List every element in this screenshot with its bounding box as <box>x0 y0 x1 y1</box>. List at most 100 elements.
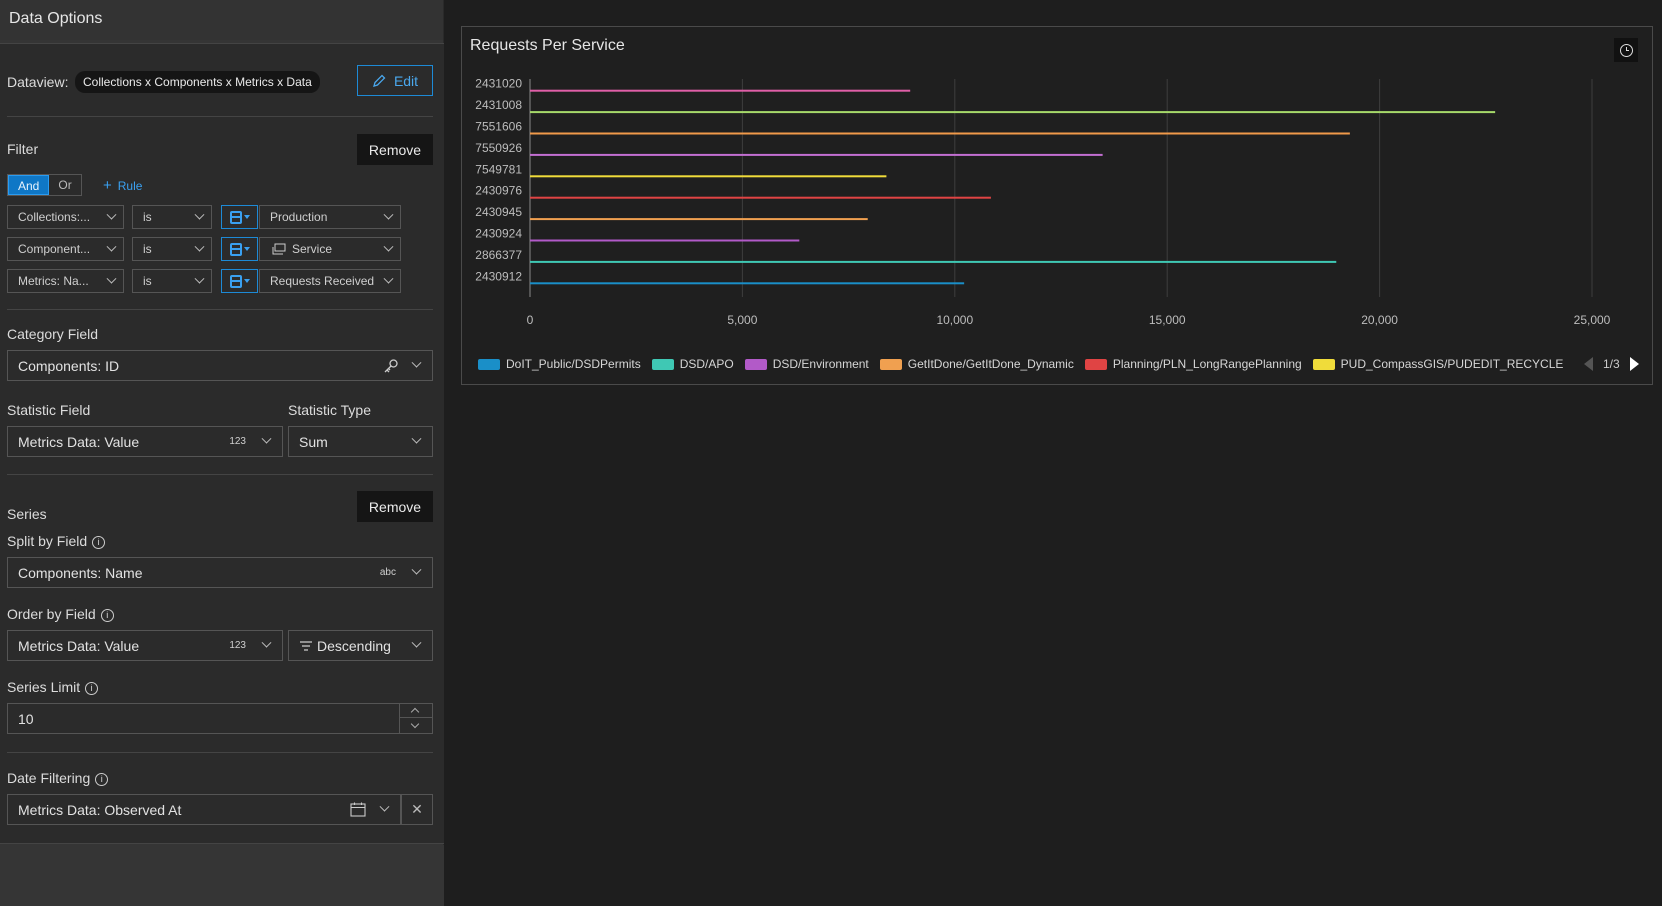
info-icon[interactable]: i <box>95 772 109 786</box>
legend-item[interactable]: DSD/Environment <box>744 357 869 371</box>
add-rule-button[interactable]: + Rule <box>103 177 142 194</box>
value-source-button[interactable] <box>221 269 258 293</box>
y-tick-label: 2430924 <box>475 227 522 241</box>
order-by-field-text: Order by Field <box>7 606 96 622</box>
bar[interactable] <box>530 153 1103 156</box>
legend-item[interactable]: Planning/PLN_LongRangePlanning <box>1084 357 1302 371</box>
rule-field-select[interactable]: Collections:... <box>7 205 124 229</box>
order-direction-select[interactable]: Descending <box>288 630 433 661</box>
dataview-value: Collections x Components x Metrics x Dat… <box>75 71 320 93</box>
legend-item[interactable]: PUD_CompassGIS/PUDEDIT_RECYCLE <box>1312 357 1563 371</box>
y-tick-label: 2430976 <box>475 184 522 198</box>
split-by-field-select[interactable]: Components: Name abc <box>7 557 433 588</box>
sort-descending-icon <box>300 641 312 651</box>
rule-field-select[interactable]: Metrics: Na... <box>7 269 124 293</box>
bar[interactable] <box>530 89 911 92</box>
legend-swatch <box>1312 358 1335 370</box>
legend-item[interactable]: GetItDone/GetItDone_Dynamic <box>879 357 1074 371</box>
chevron-down-icon <box>410 719 420 729</box>
chart-title: Requests Per Service <box>470 37 625 54</box>
bar[interactable] <box>530 218 868 221</box>
series-limit-stepper <box>7 703 433 734</box>
rule-field-value: Collections:... <box>18 210 91 224</box>
legend-next-icon[interactable] <box>1629 357 1639 371</box>
filter-label: Filter <box>7 141 39 157</box>
edit-dataview-button[interactable]: Edit <box>357 65 433 96</box>
and-toggle[interactable]: And <box>8 175 50 195</box>
chevron-down-icon <box>383 241 394 252</box>
rule-field-select[interactable]: Component... <box>7 237 124 261</box>
rule-value-select[interactable]: Service <box>259 237 401 261</box>
legend-page: 1/3 <box>1603 357 1620 371</box>
or-toggle[interactable]: Or <box>49 175 80 195</box>
statistic-field-select[interactable]: Metrics Data: Value 123 <box>7 426 283 457</box>
y-tick-label: 2430945 <box>475 205 522 219</box>
database-icon <box>229 274 242 288</box>
legend-swatch <box>651 358 674 370</box>
rule-operator-select[interactable]: is <box>132 269 212 293</box>
date-field-select[interactable]: Metrics Data: Observed At <box>7 794 401 825</box>
caret-down-icon <box>243 247 250 251</box>
bar[interactable] <box>530 175 887 178</box>
y-tick-label: 7551606 <box>475 120 522 134</box>
date-field-value: Metrics Data: Observed At <box>18 802 182 818</box>
bar[interactable] <box>530 260 1337 263</box>
legend-item[interactable]: DSD/APO <box>651 357 734 371</box>
date-filtering-label: Date Filtering i <box>7 770 109 786</box>
legend-item[interactable]: DoIT_Public/DSDPermits <box>478 357 641 371</box>
bar-chart: 0 5,000 10,000 15,000 20,000 25,000 2431020 243… <box>475 77 1610 327</box>
rule-operator-select[interactable]: is <box>132 205 212 229</box>
chevron-down-icon <box>106 209 117 220</box>
split-by-field-text: Split by Field <box>7 533 88 549</box>
rule-value: Requests Received <box>270 274 375 288</box>
chevron-down-icon <box>411 433 422 444</box>
legend-swatch <box>478 358 500 370</box>
remove-filter-button[interactable]: Remove <box>357 134 433 165</box>
x-tick-label: 15,000 <box>1149 313 1186 327</box>
value-source-button[interactable] <box>221 205 258 229</box>
pencil-icon <box>372 74 386 87</box>
chevron-down-icon <box>106 241 117 252</box>
info-icon[interactable]: i <box>85 681 99 695</box>
rule-value-select[interactable]: Production <box>259 205 401 229</box>
chevron-down-icon <box>261 433 272 444</box>
bar[interactable] <box>530 282 965 285</box>
order-by-field-select[interactable]: Metrics Data: Value 123 <box>7 630 283 661</box>
series-limit-label: Series Limit i <box>7 679 99 695</box>
chevron-down-icon <box>261 637 272 648</box>
remove-series-button[interactable]: Remove <box>357 491 433 522</box>
bar[interactable] <box>530 196 991 199</box>
bar[interactable] <box>530 132 1350 135</box>
series-limit-input[interactable] <box>8 704 400 733</box>
x-tick-label: 10,000 <box>936 313 973 327</box>
key-icon <box>384 359 398 373</box>
rule-value-select[interactable]: Requests Received <box>259 269 401 293</box>
clear-date-button[interactable]: ✕ <box>401 794 433 825</box>
chevron-down-icon <box>194 241 205 252</box>
statistic-type-select[interactable]: Sum <box>288 426 433 457</box>
rule-value: Service <box>292 242 333 256</box>
chevron-down-icon <box>194 209 205 220</box>
value-source-button[interactable] <box>221 237 258 261</box>
rule-operator-value: is <box>143 210 152 224</box>
legend-label: DSD/Environment <box>772 357 869 371</box>
time-settings-button[interactable] <box>1614 38 1638 62</box>
service-icon <box>272 243 286 255</box>
increment-button[interactable] <box>400 704 432 718</box>
info-icon[interactable]: i <box>100 608 114 622</box>
chevron-down-icon <box>411 357 422 368</box>
legend-prev-icon[interactable] <box>1584 357 1593 371</box>
category-field-value: Components: ID <box>18 358 120 374</box>
plus-icon: + <box>103 177 112 194</box>
rule-operator-value: is <box>143 274 152 288</box>
divider <box>7 474 433 475</box>
bar[interactable] <box>530 111 1496 114</box>
bar[interactable] <box>530 239 800 242</box>
category-field-select[interactable]: Components: ID <box>7 350 433 381</box>
y-tick-label: 2430912 <box>475 269 522 283</box>
calendar-icon <box>350 802 366 817</box>
info-icon[interactable]: i <box>92 535 106 549</box>
decrement-button[interactable] <box>400 719 432 733</box>
rule-operator-select[interactable]: is <box>132 237 212 261</box>
rule-value: Production <box>270 210 328 224</box>
